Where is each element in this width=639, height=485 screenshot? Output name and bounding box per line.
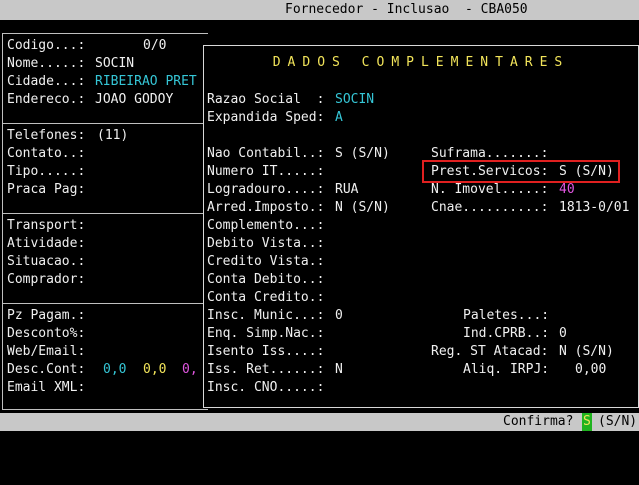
aliq-irpj-field[interactable]: 0,00 (575, 361, 606, 379)
dialog-title: DADOS COMPLEMENTARES (272, 55, 570, 70)
cidade-label: Cidade...: (7, 74, 86, 89)
arred-imposto-label: Arred.Imposto.: (207, 200, 325, 215)
confirma-label: Confirma? (503, 414, 574, 429)
codigo-label: Codigo...: (7, 38, 86, 53)
telefones-field[interactable]: (11) (97, 127, 128, 145)
logradouro-label: Logradouro....: (207, 182, 325, 197)
confirma-options: (S/N) (598, 414, 638, 429)
conta-credito-label: Conta Credito.: (207, 290, 325, 305)
logradouro-field[interactable]: RUA (335, 181, 358, 199)
razao-social-field[interactable]: SOCIN (335, 91, 374, 109)
desconto-label: Desconto%: (7, 326, 86, 341)
telefones-label: Telefones: (7, 128, 86, 143)
pz-pagam-label: Pz Pagam.: (7, 308, 86, 323)
section-divider (3, 213, 208, 214)
prest-servicos-highlight-box (422, 160, 620, 183)
title-bar: Fornecedor - Inclusao - CBA050 (0, 0, 639, 20)
enq-simp-nac-label: Enq. Simp.Nac.: (207, 326, 325, 341)
web-email-label: Web/Email: (7, 344, 86, 359)
complemento-label: Complemento...: (207, 218, 325, 233)
endereco-field[interactable]: JOAO GODOY (95, 91, 173, 109)
nome-label: Nome.....: (7, 56, 86, 71)
ind-cprb-label: Ind.CPRB..: (463, 326, 550, 341)
email-xml-label: Email XML: (7, 380, 86, 395)
comprador-label: Comprador: (7, 272, 86, 287)
section-divider (3, 123, 208, 124)
status-bar: Confirma? S (S/N) (0, 413, 639, 431)
n-imovel-label: N. Imovel.....: (431, 182, 549, 197)
credito-vista-label: Credito Vista.: (207, 254, 325, 269)
desc-cont-value-2[interactable]: 0,0 (143, 361, 166, 379)
insc-munic-field[interactable]: 0 (335, 307, 343, 325)
insc-cno-label: Insc. CNO.....: (207, 380, 325, 395)
razao-social-label: Razao Social : (207, 92, 325, 107)
reg-st-atacad-field[interactable]: N (S/N) (559, 343, 614, 361)
insc-munic-label: Insc. Munic...: (207, 308, 325, 323)
desc-cont-label: Desc.Cont: (7, 362, 86, 377)
iss-ret-field[interactable]: N (335, 361, 343, 379)
cnae-label: Cnae..........: (431, 200, 549, 215)
cnae-field[interactable]: 1813-0/01 (559, 199, 629, 217)
arred-imposto-field[interactable]: N (S/N) (335, 199, 390, 217)
paletes-label: Paletes...: (463, 308, 550, 323)
nome-field[interactable]: SOCIN (95, 55, 134, 73)
desc-cont-value-1[interactable]: 0,0 (103, 361, 126, 379)
iss-ret-label: Iss. Ret......: (207, 362, 325, 377)
nao-contabil-field[interactable]: S (S/N) (335, 145, 390, 163)
desc-cont-value-3[interactable]: 0, (182, 361, 198, 379)
window-title: Fornecedor - Inclusao - CBA050 (285, 2, 528, 17)
isento-iss-label: Isento Iss....: (207, 344, 325, 359)
n-imovel-field[interactable]: 40 (559, 181, 575, 199)
numero-it-label: Numero IT.....: (207, 164, 325, 179)
praca-pag-label: Praca Pag: (7, 182, 86, 197)
codigo-field[interactable]: 0/0 (143, 37, 166, 55)
debito-vista-label: Debito Vista..: (207, 236, 325, 251)
ind-cprb-field[interactable]: 0 (559, 325, 567, 343)
confirma-input[interactable]: S (582, 413, 592, 431)
expandida-sped-label: Expandida Sped: (207, 110, 325, 125)
endereco-label: Endereco.: (7, 92, 86, 107)
conta-debito-label: Conta Debito..: (207, 272, 325, 287)
tipo-label: Tipo.....: (7, 164, 86, 179)
nao-contabil-label: Nao Contabil..: (207, 146, 325, 161)
aliq-irpj-label: Aliq. IRPJ: (463, 362, 550, 377)
contato-label: Contato..: (7, 146, 86, 161)
expandida-sped-field[interactable]: A (335, 109, 343, 127)
section-divider (3, 303, 208, 304)
cidade-field[interactable]: RIBEIRAO PRET (95, 73, 197, 91)
reg-st-atacad-label: Reg. ST Atacad: (431, 344, 549, 359)
transport-label: Transport: (7, 218, 86, 233)
atividade-label: Atividade: (7, 236, 86, 251)
situacao-label: Situacao.: (7, 254, 86, 269)
